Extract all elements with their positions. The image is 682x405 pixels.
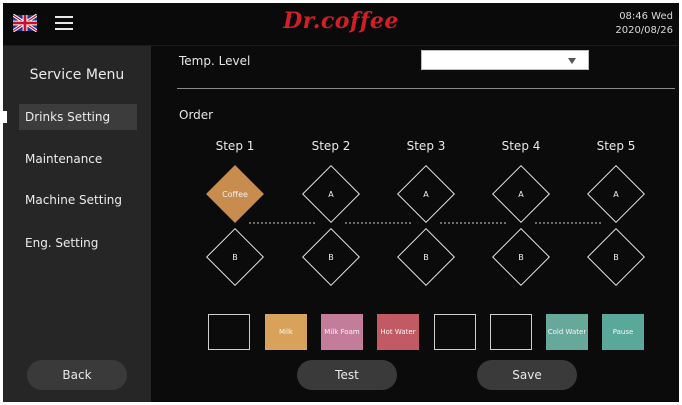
step-1-slot-b[interactable]: B	[206, 228, 264, 286]
step-4-slot-a-label: A	[518, 190, 524, 199]
sidebar-item-eng-setting[interactable]: Eng. Setting	[19, 230, 137, 256]
ingredient-milk-foam[interactable]: Milk Foam	[321, 314, 363, 350]
step-2-slot-b[interactable]: B	[302, 228, 360, 286]
ingredient-slot-empty-3[interactable]	[490, 314, 532, 350]
ingredient-slot-empty-2[interactable]	[434, 314, 476, 350]
brand-logo: Dr.coffee	[283, 8, 399, 34]
step-1-slot-b-label: B	[232, 253, 238, 262]
step-3-slot-b[interactable]: B	[397, 228, 455, 286]
step-5-slot-a[interactable]: A	[587, 165, 645, 223]
step-5-slot-b-label: B	[613, 253, 619, 262]
date-text: 2020/08/26	[615, 25, 673, 36]
clock: 08:46 Wed 2020/08/26	[615, 10, 673, 38]
ingredient-hot-water[interactable]: Hot Water	[377, 314, 419, 350]
screen: Dr.coffee 08:46 Wed 2020/08/26 Service M…	[3, 3, 679, 402]
step-5-slot-a-label: A	[613, 190, 619, 199]
step-1-slot-a[interactable]: Coffee	[206, 165, 264, 223]
step-4-slot-b[interactable]: B	[492, 228, 550, 286]
back-button[interactable]: Back	[27, 360, 127, 390]
step-2-slot-b-label: B	[328, 253, 334, 262]
time-text: 08:46 Wed	[619, 11, 673, 22]
sidebar-title: Service Menu	[29, 67, 125, 83]
step-3-slot-b-label: B	[423, 253, 429, 262]
step-2-slot-a-label: A	[328, 190, 334, 199]
ingredient-slot-empty-1[interactable]	[208, 314, 250, 350]
test-button[interactable]: Test	[297, 360, 397, 390]
sidebar-item-maintenance[interactable]: Maintenance	[19, 146, 137, 172]
step-3-slot-a[interactable]: A	[397, 165, 455, 223]
ingredient-cold-water[interactable]: Cold Water	[546, 314, 588, 350]
step-4-slot-b-label: B	[518, 253, 524, 262]
step-2-slot-a[interactable]: A	[302, 165, 360, 223]
main-panel: Temp. Level Order Step 1 Step 2 Step 3 S…	[151, 46, 679, 402]
ingredient-pause[interactable]: Pause	[602, 314, 644, 350]
sidebar: Service Menu Drinks Setting Maintenance …	[3, 46, 151, 402]
sidebar-item-drinks-setting[interactable]: Drinks Setting	[19, 104, 137, 130]
save-button[interactable]: Save	[477, 360, 577, 390]
step-3-slot-a-label: A	[423, 190, 429, 199]
ingredient-milk[interactable]: Milk	[265, 314, 307, 350]
active-indicator	[3, 111, 7, 123]
step-1-slot-a-label: Coffee	[222, 190, 248, 199]
step-4-slot-a[interactable]: A	[492, 165, 550, 223]
sidebar-item-machine-setting[interactable]: Machine Setting	[19, 187, 137, 213]
top-bar: Dr.coffee 08:46 Wed 2020/08/26	[3, 3, 679, 46]
step-5-slot-b[interactable]: B	[587, 228, 645, 286]
